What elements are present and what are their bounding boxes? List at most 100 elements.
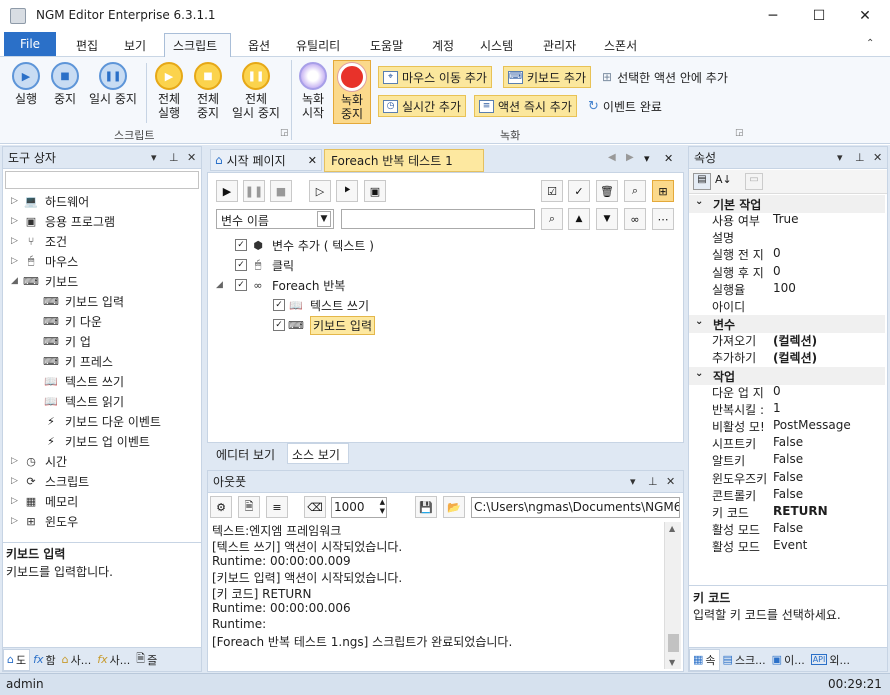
enabled-checkbox[interactable]: ✓: [273, 299, 285, 311]
property-value[interactable]: False: [773, 452, 803, 466]
add-keyboard-button[interactable]: ⌨ 키보드 추가: [503, 66, 592, 88]
property-value[interactable]: False: [773, 470, 803, 484]
menu-help[interactable]: 도움말: [370, 37, 403, 54]
property-row[interactable]: 비활성 모! PostMessage: [689, 418, 885, 435]
record-start-button[interactable]: 녹화 시작: [296, 62, 330, 120]
collapsed-arrow-icon[interactable]: ▷: [11, 496, 23, 506]
property-row[interactable]: 반복시킬 : 1: [689, 401, 885, 418]
output-scrollbar[interactable]: ▲ ▼: [664, 522, 681, 669]
filter-input[interactable]: [341, 209, 535, 229]
line-count-spinner[interactable]: 1000 ▲ ▼: [331, 497, 387, 518]
close-icon[interactable]: ✕: [873, 151, 882, 164]
tab-favorites[interactable]: 🗎 즐: [133, 650, 160, 669]
pause-button[interactable]: ❚❚ 일시 중지: [86, 62, 140, 106]
property-value[interactable]: (컬렉션): [773, 332, 817, 349]
collapsed-arrow-icon[interactable]: ▷: [11, 456, 23, 466]
tab-functions[interactable]: fx 함: [30, 652, 59, 668]
run-all-button[interactable]: ▶ 전체 실행: [152, 62, 186, 120]
collapsed-arrow-icon[interactable]: ▷: [11, 236, 23, 246]
expanded-arrow-icon[interactable]: ◢: [11, 276, 23, 286]
more-button[interactable]: ⋯: [652, 208, 674, 230]
toolbox-item[interactable]: ▷ ▦ 메모리: [11, 491, 78, 511]
close-icon[interactable]: ✕: [666, 475, 675, 488]
tab-close-icon[interactable]: ✕: [308, 154, 317, 167]
property-row[interactable]: 다운 업 지 0: [689, 384, 885, 401]
pause-all-button[interactable]: ❚❚ 전체 일시 중지: [229, 62, 283, 120]
tab-user[interactable]: ⌂ 사...: [59, 652, 95, 668]
property-row[interactable]: 실행 전 지 0: [689, 246, 885, 263]
action-node[interactable]: ✓ ⌨ 키보드 입력: [254, 315, 376, 335]
filter-search-button[interactable]: ⌕: [541, 208, 563, 230]
toolbox-item[interactable]: ⚡ 키보드 업 이벤트: [43, 431, 150, 451]
property-value[interactable]: PostMessage: [773, 418, 851, 432]
property-category[interactable]: ⌄ 작업: [689, 366, 885, 385]
property-row[interactable]: 가져오기 (컬렉션): [689, 332, 885, 349]
tab-user-functions[interactable]: fx 사...: [94, 652, 133, 668]
menu-view[interactable]: 보기: [124, 37, 146, 54]
property-row[interactable]: 사용 여부 True: [689, 212, 885, 229]
sort-az-icon[interactable]: A↓: [715, 173, 732, 186]
menu-sponsor[interactable]: 스폰서: [604, 37, 637, 54]
toolbox-item[interactable]: ⚡ 키보드 다운 이벤트: [43, 411, 161, 431]
delete-button[interactable]: 🗑: [596, 180, 618, 202]
toolbox-item[interactable]: ▷ ▣ 응용 프로그램: [11, 211, 115, 231]
toolbox-item[interactable]: ⌨ 키 다운: [43, 311, 102, 331]
loop-button[interactable]: ∞: [624, 208, 646, 230]
property-value[interactable]: 0: [773, 246, 781, 260]
menu-account[interactable]: 계정: [432, 37, 454, 54]
property-row[interactable]: 설명: [689, 229, 885, 246]
property-value[interactable]: 0: [773, 264, 781, 278]
minimize-button[interactable]: ─: [750, 0, 796, 32]
property-row[interactable]: 알트키 False: [689, 452, 885, 469]
enabled-checkbox[interactable]: ✓: [235, 279, 247, 291]
pause-tool-button[interactable]: ❚❚: [243, 180, 265, 202]
scroll-up-icon[interactable]: ▲: [669, 524, 675, 533]
pin-icon[interactable]: ⊥: [648, 475, 658, 488]
record-stop-button[interactable]: 녹화 중지: [333, 60, 371, 124]
collapsed-arrow-icon[interactable]: ▷: [11, 476, 23, 486]
save-button[interactable]: 💾: [415, 496, 437, 518]
property-category[interactable]: ⌄ 변수: [689, 315, 885, 334]
add-action-now-button[interactable]: ≡ 액션 즉시 추가: [474, 95, 577, 117]
toolbox-item[interactable]: ▷ 💻 하드웨어: [11, 191, 89, 211]
tab-scroll-left-icon[interactable]: ◀: [608, 152, 616, 163]
action-node[interactable]: ◢ ✓ ∞ Foreach 반복: [216, 275, 345, 295]
property-value[interactable]: 100: [773, 281, 796, 295]
tree-view-button[interactable]: ⊞: [652, 180, 674, 202]
collapse-icon[interactable]: ⌄: [695, 196, 703, 207]
scroll-thumb[interactable]: [668, 634, 679, 652]
property-value[interactable]: (컬렉션): [773, 349, 817, 366]
stop-button[interactable]: ■ 중지: [49, 62, 81, 106]
property-value[interactable]: False: [773, 521, 803, 535]
property-row[interactable]: 키 코드 RETURN: [689, 504, 885, 521]
property-category[interactable]: ⌄ 기본 작업: [689, 195, 885, 213]
toolbox-item[interactable]: ⌨ 키 업: [43, 331, 91, 351]
document-close-icon[interactable]: ✕: [664, 152, 673, 165]
action-node[interactable]: ✓ 🖱 클릭: [216, 255, 294, 275]
toolbox-item[interactable]: ⌨ 키 프레스: [43, 351, 113, 371]
tab-source-view[interactable]: 소스 보기: [287, 443, 349, 464]
stop-tool-button[interactable]: ■: [270, 180, 292, 202]
menu-options[interactable]: 옵션: [248, 37, 270, 54]
toolbox-item[interactable]: ▷ ⟳ 스크립트: [11, 471, 89, 491]
menu-script[interactable]: 스크립트: [173, 37, 217, 54]
expanded-arrow-icon[interactable]: ◢: [216, 280, 235, 290]
move-up-button[interactable]: ▲: [568, 208, 590, 230]
property-row[interactable]: 시프트키 False: [689, 435, 885, 452]
tab-list-icon[interactable]: ▾: [644, 152, 650, 165]
check-all-button[interactable]: ☑: [541, 180, 563, 202]
ribbon-collapse-icon[interactable]: ⌃: [866, 38, 874, 49]
move-down-button[interactable]: ▼: [596, 208, 618, 230]
tab-external[interactable]: API 외...: [808, 652, 853, 668]
collapse-icon[interactable]: ⌄: [695, 368, 703, 379]
tab-scroll-right-icon[interactable]: ▶: [626, 152, 634, 163]
enabled-checkbox[interactable]: ✓: [235, 239, 247, 251]
collapsed-arrow-icon[interactable]: ▷: [11, 256, 23, 266]
toolbox-item[interactable]: ▷ ◷ 시간: [11, 451, 67, 471]
tab-start-page[interactable]: ⌂ 시작 페이지 ✕: [210, 149, 322, 171]
tab-toolbox[interactable]: ⌂ 도: [3, 648, 31, 671]
toolbox-item[interactable]: ◢ ⌨ 키보드: [11, 271, 78, 291]
property-value[interactable]: Event: [773, 538, 807, 552]
run-selected-tool-button[interactable]: ▣: [364, 180, 386, 202]
close-button[interactable]: ✕: [842, 0, 888, 32]
